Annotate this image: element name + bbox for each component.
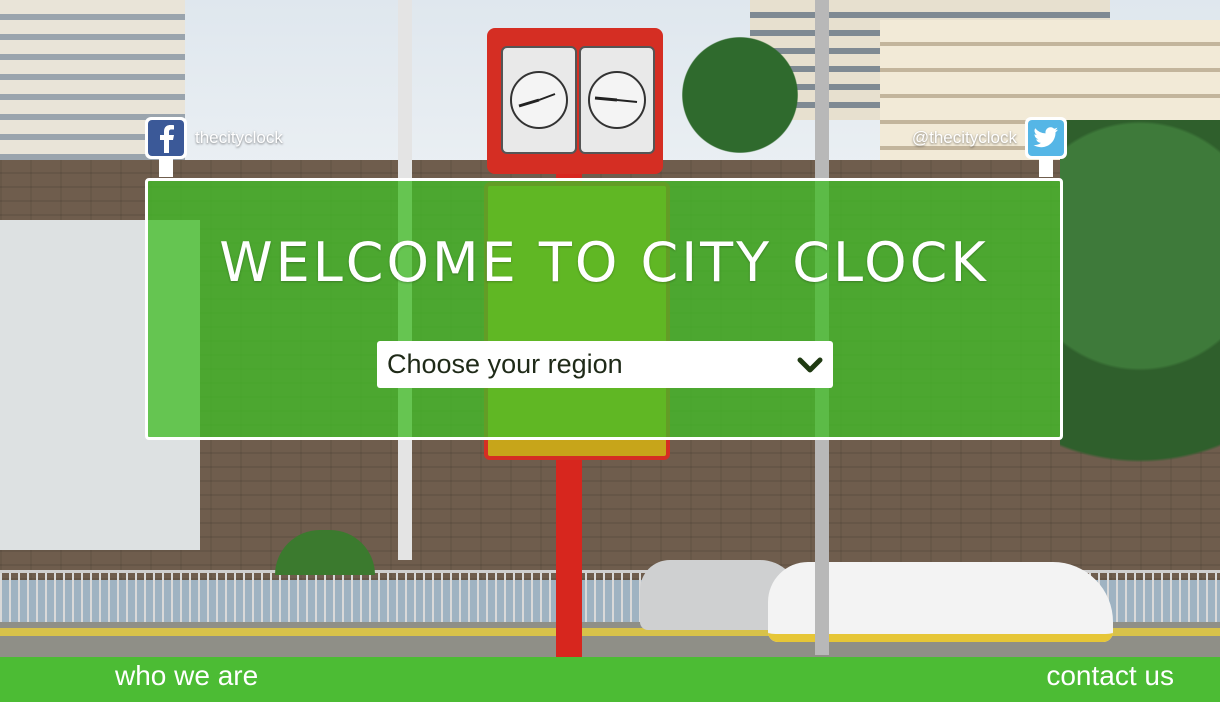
region-select[interactable]: Choose your region bbox=[377, 341, 833, 388]
chevron-down-icon[interactable] bbox=[797, 355, 823, 375]
facebook-link[interactable]: thecityclock bbox=[145, 117, 291, 177]
twitter-link[interactable]: @thecityclock bbox=[904, 117, 1067, 177]
palm-tree-right bbox=[1060, 120, 1220, 540]
twitter-icon[interactable] bbox=[1028, 120, 1064, 156]
tree-mid bbox=[680, 10, 800, 180]
welcome-panel: WELCOME TO CITY CLOCK Choose your region bbox=[145, 178, 1063, 440]
facebook-handle[interactable]: thecityclock bbox=[195, 128, 283, 148]
facebook-icon[interactable] bbox=[148, 120, 184, 156]
clock-face bbox=[501, 46, 577, 154]
who-we-are-link[interactable]: who we are bbox=[115, 657, 258, 702]
clock-icon bbox=[510, 71, 568, 129]
twitter-badge[interactable] bbox=[1025, 117, 1067, 177]
clock-face bbox=[579, 46, 655, 154]
contact-us-link[interactable]: contact us bbox=[1046, 657, 1174, 702]
city-clock-head bbox=[487, 28, 663, 174]
region-select-value[interactable]: Choose your region bbox=[387, 349, 797, 380]
page-title: WELCOME TO CITY CLOCK bbox=[219, 231, 989, 294]
clock-icon bbox=[588, 71, 646, 129]
twitter-handle[interactable]: @thecityclock bbox=[912, 128, 1017, 148]
footer-bar: who we are contact us bbox=[0, 657, 1220, 702]
facebook-badge[interactable] bbox=[145, 117, 187, 177]
